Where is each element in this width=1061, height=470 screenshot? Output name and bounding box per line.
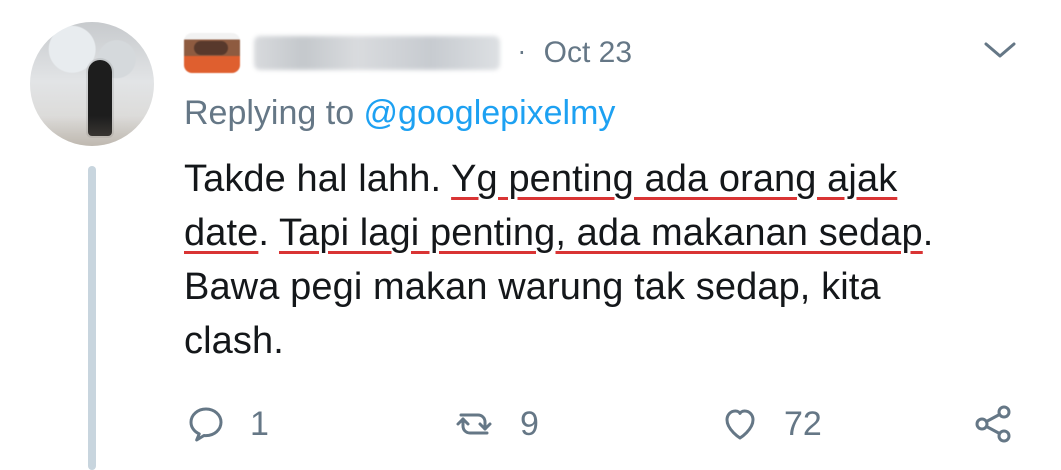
underlined-phrase: Yg penting ada orang ajak — [451, 158, 898, 200]
reply-context: Replying to @googlepixelmy — [184, 94, 615, 133]
reply-prefix: Replying to — [184, 94, 364, 132]
like-count: 72 — [784, 404, 822, 443]
tweet-actions: 1 9 72 — [184, 392, 1024, 456]
tweet-text-segment: . — [258, 212, 279, 254]
tweet-text-line-4: clash. — [184, 320, 284, 362]
retweet-icon — [456, 413, 492, 435]
display-name-emoji — [184, 33, 240, 73]
tweet-text-segment: Takde hal lahh. — [184, 158, 452, 200]
chevron-down-icon — [984, 42, 1016, 58]
thread-line — [88, 166, 96, 470]
tweet-menu-button[interactable] — [982, 38, 1018, 62]
reply-button[interactable]: 1 — [184, 392, 269, 456]
separator-dot: · — [518, 39, 526, 67]
avatar[interactable] — [30, 22, 154, 146]
heart-icon — [725, 409, 755, 440]
tweet-text-segment: . — [922, 212, 934, 254]
share-button[interactable] — [970, 392, 1018, 456]
reply-handle-link[interactable]: @googlepixelmy — [364, 94, 616, 132]
blurred-user-handle — [254, 36, 500, 70]
share-icon — [975, 405, 1011, 443]
reply-count: 1 — [250, 404, 269, 443]
tweet-text: Takde hal lahh. Yg penting ada orang aja… — [184, 152, 1024, 368]
tweet-text-line-2: date. Tapi lagi penting, ada makanan sed… — [184, 206, 1024, 260]
tweet-text-line-3: Bawa pegi makan warung tak sedap, kita — [184, 266, 881, 308]
underlined-phrase: date — [184, 212, 259, 254]
retweet-count: 9 — [520, 404, 539, 443]
retweet-button[interactable]: 9 — [450, 392, 539, 456]
tweet-date[interactable]: Oct 23 — [544, 36, 632, 70]
tweet-text-line-1: Takde hal lahh. Yg penting ada orang aja… — [184, 152, 1024, 206]
underlined-phrase: Tapi lagi penting, ada makanan sedap — [279, 212, 923, 254]
like-button[interactable]: 72 — [718, 392, 822, 456]
reply-icon — [189, 407, 223, 442]
tweet-header: · Oct 23 — [184, 26, 632, 80]
